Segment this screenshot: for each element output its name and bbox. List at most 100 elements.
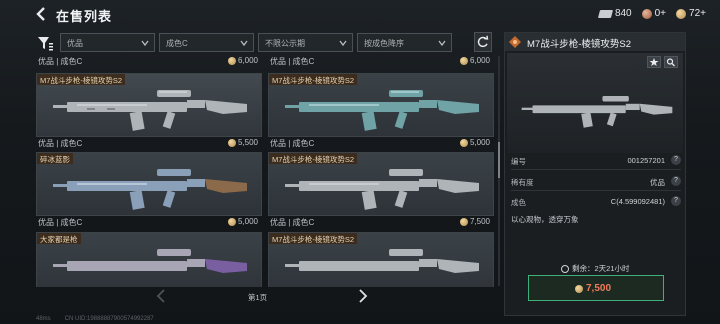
detail-label: 成色 — [511, 198, 526, 207]
currency-gold[interactable]: 72+ — [676, 8, 706, 19]
quality-dropdown[interactable]: 优品 — [60, 33, 155, 52]
page-number: 第1页 — [248, 293, 268, 302]
detail-value: C(4.599092481) — [610, 197, 665, 206]
listing-price-value: 5,000 — [469, 138, 490, 147]
sort-value: 按成色降序 — [364, 39, 404, 48]
rifle-image — [53, 90, 247, 131]
listing-grade: 优品 | 成色C — [270, 57, 315, 66]
inspect-button[interactable] — [664, 56, 678, 68]
listing-grid: 优品 | 成色C 6,000 优品 | 成色C 6,000 M7战斗步枪-棱镜攻… — [36, 55, 496, 287]
listing-price-row: 优品 | 成色C 5,500 — [36, 137, 262, 149]
item-detail-panel: M7战斗步枪-棱镜攻势S2 编号 001257201 ? 稀有度 优品 ? 成色… — [504, 32, 686, 316]
listing-price-row: 优品 | 成色C 7,500 — [268, 216, 494, 228]
detail-label: 编号 — [511, 157, 526, 166]
listing-grade: 优品 | 成色C — [38, 139, 83, 148]
listing-price-value: 6,000 — [237, 56, 258, 65]
listing-card[interactable]: M7战斗步枪-棱镜攻势S2 — [268, 73, 494, 137]
gold-count: 72+ — [689, 8, 706, 19]
gold-coin-icon — [676, 8, 687, 19]
detail-item-name: M7战斗步枪-棱镜攻势S2 — [527, 39, 631, 50]
listing-card[interactable]: M7战斗步枪-棱镜攻势S2 — [268, 232, 494, 287]
refresh-button[interactable] — [474, 32, 492, 52]
search-icon — [666, 58, 675, 67]
pagination: 第1页 — [36, 288, 496, 306]
help-icon[interactable]: ? — [671, 155, 681, 165]
listing-grade: 优品 | 成色C — [38, 57, 83, 66]
ticket-icon — [597, 9, 614, 18]
listing-card[interactable]: 大家都是枪 — [36, 232, 262, 287]
gold-coin-icon — [459, 217, 468, 226]
star-icon — [649, 58, 659, 66]
grade-value: 成色C — [166, 39, 188, 48]
listing-grade: 优品 | 成色C — [270, 139, 315, 148]
remaining-time-value: 剩余：2天21小时 — [572, 264, 630, 273]
divider — [511, 169, 681, 170]
ticket-count: 840 — [614, 8, 632, 19]
rifle-image — [521, 96, 673, 128]
listing-price-row: 优品 | 成色C 5,000 — [36, 216, 262, 228]
currency-bar: 840 0+ 72+ — [597, 8, 706, 19]
top-bar: 在售列表 840 0+ 72+ — [0, 0, 720, 28]
gold-coin-icon — [227, 217, 236, 226]
detail-preview — [507, 53, 683, 153]
status-footer: 48ms CN UID:19888887900574992287 — [36, 316, 154, 322]
publicity-value: 不限公示期 — [265, 39, 305, 48]
list-scrollbar[interactable] — [498, 56, 500, 286]
detail-header: M7战斗步枪-棱镜攻势S2 — [505, 33, 685, 51]
back-arrow-icon[interactable] — [35, 7, 47, 21]
listing-price-value: 6,000 — [469, 56, 490, 65]
gold-coin-icon — [459, 56, 468, 65]
next-page-icon[interactable] — [358, 288, 368, 304]
clock-icon — [561, 264, 569, 273]
listing-card[interactable]: M7战斗步枪-棱镜攻势S2 — [36, 73, 262, 137]
rifle-image — [53, 249, 247, 273]
listing-price: 5,000 — [459, 138, 490, 147]
detail-value: 001257201 — [627, 156, 665, 165]
detail-row-condition: 成色 C(4.599092481) ? — [511, 196, 681, 208]
gold-coin-icon — [227, 138, 236, 147]
help-icon[interactable]: ? — [671, 196, 681, 206]
chevron-down-icon — [141, 40, 149, 47]
listing-price: 6,000 — [227, 56, 258, 65]
listing-grade: 优品 | 成色C — [38, 218, 83, 227]
divider — [511, 190, 681, 191]
favorite-button[interactable] — [647, 56, 661, 68]
listing-price-row: 优品 | 成色C 6,000 — [268, 55, 494, 67]
buy-button[interactable]: 7,500 — [528, 275, 664, 301]
listing-price-row: 优品 | 成色C 5,000 — [268, 137, 494, 149]
prev-page-icon[interactable] — [156, 288, 166, 304]
listing-card[interactable]: 碎冰蓝影 — [36, 152, 262, 216]
filter-icon[interactable] — [36, 33, 54, 53]
listing-price: 6,000 — [459, 56, 490, 65]
grade-dropdown[interactable]: 成色C — [159, 33, 254, 52]
publicity-dropdown[interactable]: 不限公示期 — [258, 33, 353, 52]
chevron-down-icon — [438, 40, 446, 47]
chevron-down-icon — [339, 40, 347, 47]
detail-value: 优品 — [650, 178, 665, 187]
listing-grade: 优品 | 成色C — [270, 218, 315, 227]
sort-dropdown[interactable]: 按成色降序 — [357, 33, 452, 52]
listing-price: 5,500 — [227, 138, 258, 147]
buy-price: 7,500 — [575, 283, 611, 294]
chevron-down-icon — [240, 40, 248, 47]
remaining-time: 剩余：2天21小时 — [561, 263, 630, 274]
ping-value: 48ms — [36, 316, 51, 322]
detail-label: 稀有度 — [511, 178, 534, 187]
listing-card[interactable]: M7战斗步枪-棱镜攻势S2 — [268, 152, 494, 216]
help-icon[interactable]: ? — [671, 176, 681, 186]
currency-ticket[interactable]: 840 — [597, 8, 632, 19]
detail-row-id: 编号 001257201 ? — [511, 155, 681, 167]
gold-coin-icon — [575, 284, 583, 293]
rifle-image — [285, 249, 479, 273]
page-title: 在售列表 — [56, 9, 113, 24]
listing-price-value: 7,500 — [469, 217, 490, 226]
rarity-emblem-icon — [509, 36, 521, 48]
listing-price-row: 优品 | 成色C 6,000 — [36, 55, 262, 67]
quality-value: 优品 — [67, 39, 83, 48]
scrollbar-thumb[interactable] — [498, 142, 500, 178]
rifle-image — [53, 169, 247, 210]
listing-price: 5,000 — [227, 217, 258, 226]
rifle-image — [285, 169, 479, 210]
currency-bronze[interactable]: 0+ — [641, 8, 666, 19]
buy-price-value: 7,500 — [586, 283, 612, 294]
